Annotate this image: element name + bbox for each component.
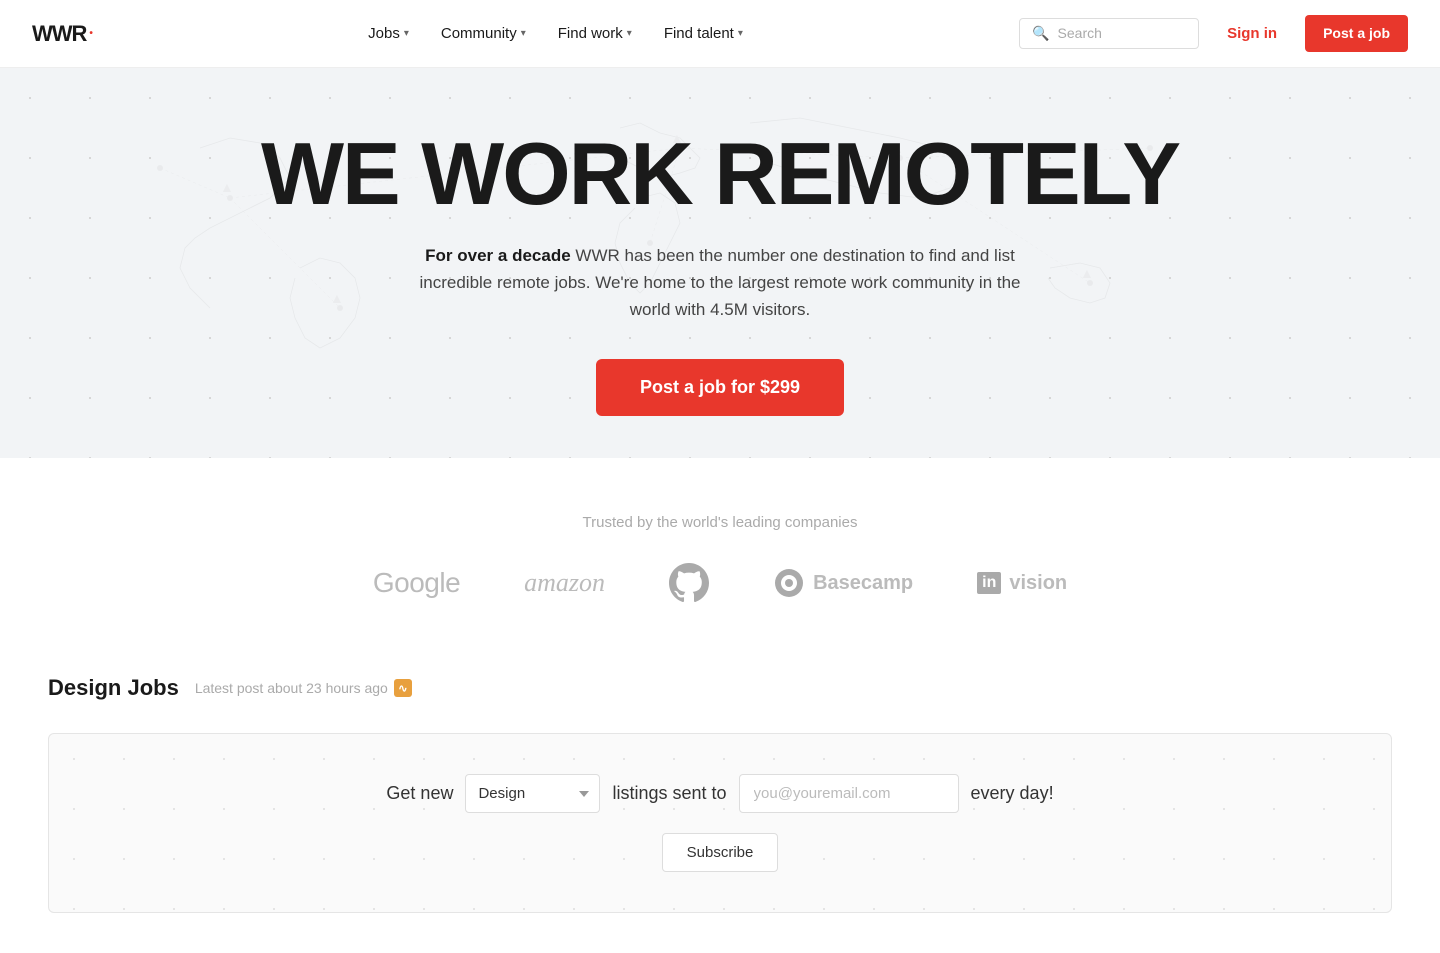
logo-amazon: amazon [524, 568, 605, 598]
hero-section: ▲ ▲ ▲ ▲ ▲ WE WORK REMOTELY For over a de… [0, 68, 1440, 458]
search-placeholder: Search [1058, 25, 1102, 41]
amazon-logo-text: amazon [524, 568, 605, 598]
get-new-label: Get new [386, 783, 453, 804]
rss-icon[interactable]: ∿ [394, 679, 412, 697]
google-logo-text: Google [373, 567, 460, 599]
site-logo[interactable]: WWR• [32, 21, 92, 47]
trusted-section: Trusted by the world's leading companies… [0, 458, 1440, 643]
nav-find-work[interactable]: Find work ▾ [546, 17, 644, 50]
svg-text:▲: ▲ [220, 179, 234, 195]
logo-github [669, 563, 709, 603]
chevron-down-icon: ▾ [738, 28, 743, 39]
latest-post-text: Latest post about 23 hours ago [195, 680, 388, 696]
hero-title: WE WORK REMOTELY [261, 130, 1179, 218]
hero-cta-button[interactable]: Post a job for $299 [596, 359, 844, 416]
design-jobs-title: Design Jobs [48, 675, 179, 701]
search-icon: 🔍 [1032, 25, 1049, 42]
logo-google: Google [373, 567, 460, 599]
trusted-label: Trusted by the world's leading companies [40, 514, 1400, 531]
every-day-label: every day! [971, 783, 1054, 804]
navbar: WWR• Jobs ▾ Community ▾ Find work ▾ Find… [0, 0, 1440, 68]
subscribe-section: Get new Design Development Marketing Sal… [0, 717, 1440, 953]
nav-find-talent[interactable]: Find talent ▾ [652, 17, 755, 50]
listings-sent-to-label: listings sent to [612, 783, 726, 804]
svg-text:▲: ▲ [330, 290, 344, 306]
subscribe-button[interactable]: Subscribe [662, 833, 779, 872]
svg-text:▲: ▲ [1080, 265, 1094, 281]
latest-post-info: Latest post about 23 hours ago ∿ [195, 679, 412, 697]
subscribe-row: Get new Design Development Marketing Sal… [81, 774, 1359, 813]
nav-links: Jobs ▾ Community ▾ Find work ▾ Find tale… [356, 17, 755, 50]
design-jobs-section: Design Jobs Latest post about 23 hours a… [0, 643, 1440, 717]
post-job-button[interactable]: Post a job [1305, 15, 1408, 52]
logo-basecamp: Basecamp [773, 567, 913, 599]
basecamp-logo-text: Basecamp [813, 572, 913, 595]
chevron-down-icon: ▾ [404, 28, 409, 39]
sign-in-button[interactable]: Sign in [1211, 17, 1293, 50]
hero-subtitle-bold: For over a decade [425, 246, 571, 265]
nav-jobs[interactable]: Jobs ▾ [356, 17, 421, 50]
email-input[interactable] [739, 774, 959, 813]
chevron-down-icon: ▾ [627, 28, 632, 39]
nav-right: 🔍 Search Sign in Post a job [1019, 15, 1408, 52]
subscribe-box: Get new Design Development Marketing Sal… [48, 733, 1392, 913]
logo-text: WWR [32, 21, 86, 47]
basecamp-icon [773, 567, 805, 599]
hero-subtitle: For over a decade WWR has been the numbe… [400, 242, 1040, 324]
logo-invision: in vision [977, 572, 1067, 595]
logo-dot: • [89, 28, 92, 39]
category-select[interactable]: Design Development Marketing Sales Manag… [465, 774, 600, 813]
github-icon [669, 563, 709, 603]
section-header: Design Jobs Latest post about 23 hours a… [48, 675, 1392, 701]
logos-row: Google amazon Basecamp in vision [40, 563, 1400, 603]
search-box[interactable]: 🔍 Search [1019, 18, 1199, 49]
invision-logo-text: vision [1009, 572, 1067, 595]
invision-in-badge: in [977, 572, 1001, 594]
chevron-down-icon: ▾ [521, 28, 526, 39]
nav-community[interactable]: Community ▾ [429, 17, 538, 50]
